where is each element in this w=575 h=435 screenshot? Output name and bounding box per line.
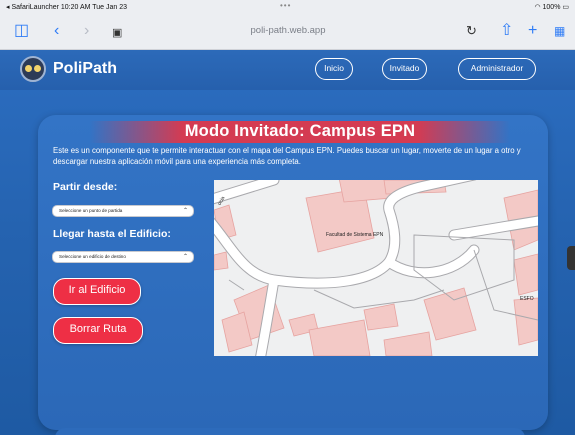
sidebar-icon[interactable]: ◫ — [14, 22, 29, 40]
nav-administrador-button[interactable]: Administrador — [458, 58, 536, 80]
map-right-label: ESFO — [520, 296, 534, 302]
go-to-building-button[interactable]: Ir al Edificio — [53, 278, 141, 305]
share-icon[interactable]: ⇧ — [500, 22, 513, 40]
wifi-icon: ◠ — [534, 4, 541, 11]
address-bar[interactable]: poli-path.web.app — [138, 21, 438, 43]
new-tab-icon[interactable]: + — [528, 22, 537, 40]
page-title: Modo Invitado: Campus EPN — [184, 122, 416, 140]
chevron-updown-icon: ⌃ — [182, 208, 188, 214]
to-label: Llegar hasta el Edificio: — [53, 228, 171, 240]
brand-name[interactable]: PoliPath — [53, 60, 117, 78]
status-bar: ◂ SafariLauncher 10:20 AM Tue Jan 23 •••… — [0, 0, 575, 14]
chevron-updown-icon: ⌃ — [182, 254, 188, 260]
campus-map[interactable]: ocia Facultad de Sistema EPN ESFO — [214, 180, 538, 356]
reader-icon[interactable]: ▣ — [112, 24, 122, 42]
nav-inicio-button[interactable]: Inicio — [315, 58, 353, 80]
clear-route-button[interactable]: Borrar Ruta — [53, 317, 143, 344]
side-app-thumbnail[interactable] — [567, 246, 575, 270]
status-left: ◂ SafariLauncher 10:20 AM Tue Jan 23 — [6, 4, 128, 11]
battery-icon: ▭ — [562, 4, 569, 11]
back-icon[interactable]: ‹ — [54, 22, 59, 40]
tabs-icon[interactable]: ▦ — [554, 22, 565, 40]
nav-invitado-button[interactable]: Invitado — [382, 58, 427, 80]
owl-logo-icon — [20, 56, 46, 82]
destination-value: Seleccione un edificio de destino — [59, 254, 126, 259]
multitask-dots[interactable]: ••• — [280, 1, 291, 10]
app-header: PoliPath Inicio Invitado Administrador — [0, 50, 575, 90]
forward-icon[interactable]: › — [84, 22, 89, 40]
reload-icon[interactable]: ↻ — [466, 22, 477, 40]
status-right: ◠ 100% ▭ — [534, 3, 569, 11]
map-canvas — [214, 180, 538, 356]
description-text: Este es un componente que te permite int… — [53, 146, 521, 166]
from-label: Partir desde: — [53, 181, 118, 193]
url-text: poli-path.web.app — [250, 25, 326, 36]
battery-level: 100% — [542, 4, 561, 11]
start-point-value: Seleccione un punto de partida — [59, 208, 123, 213]
destination-select[interactable]: Seleccione un edificio de destino ⌃ — [52, 251, 194, 263]
secondary-card — [55, 428, 525, 435]
start-point-select[interactable]: Seleccione un punto de partida ⌃ — [52, 205, 194, 217]
browser-toolbar: ◫ ‹ › ▣ poli-path.web.app ↻ ⇧ + ▦ — [0, 14, 575, 50]
map-building-label: Facultad de Sistema EPN — [326, 232, 384, 238]
